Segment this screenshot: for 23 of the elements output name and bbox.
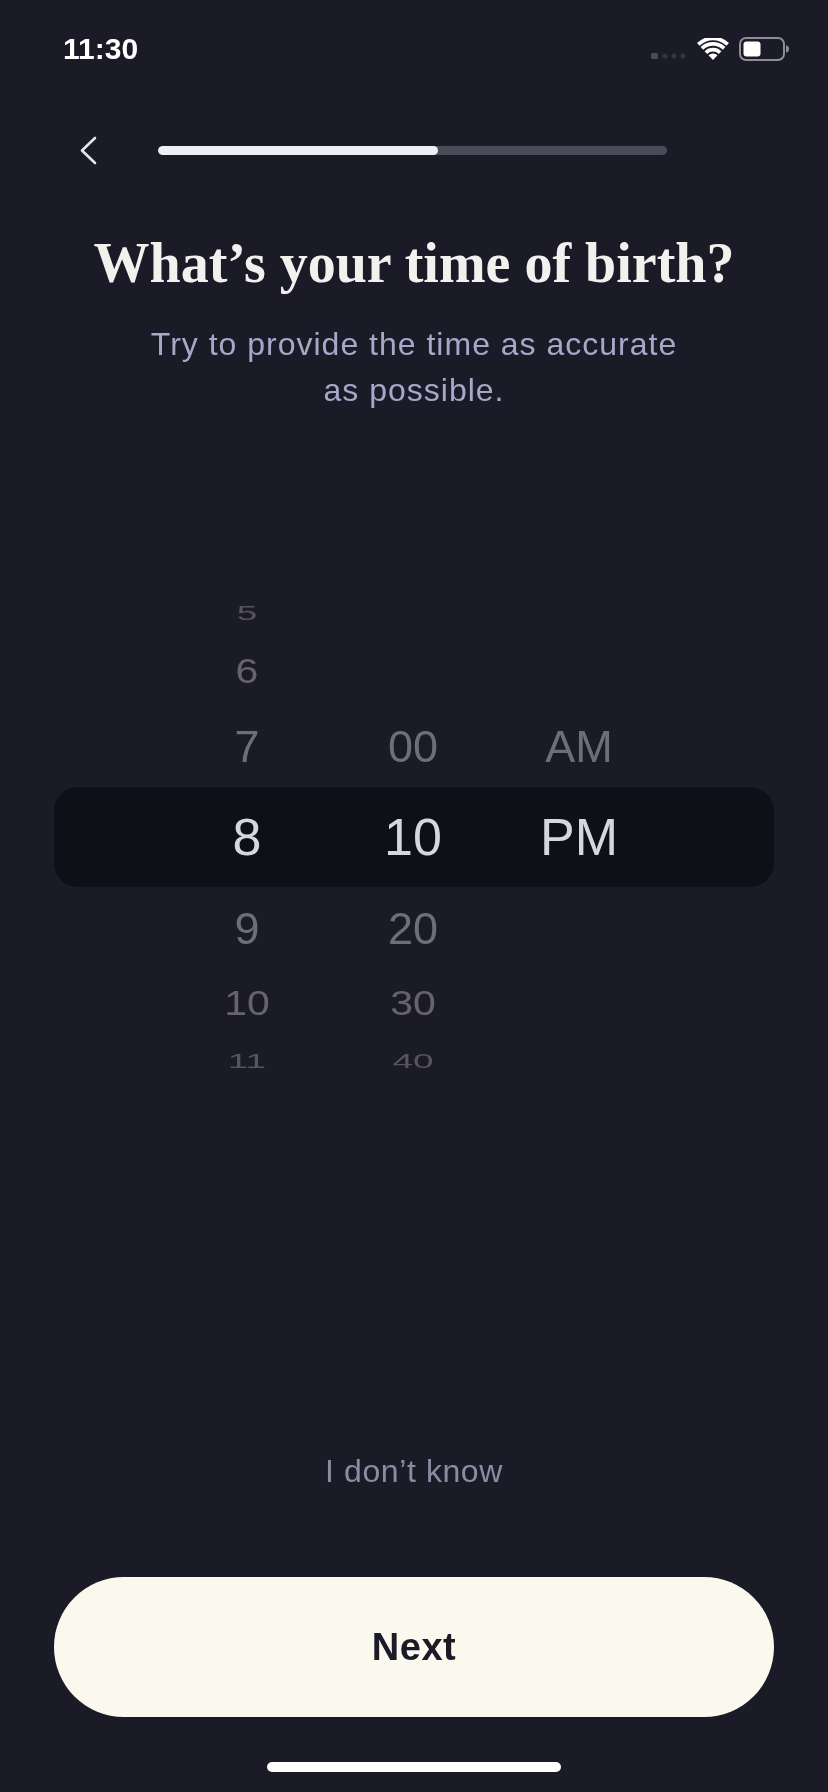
battery-icon	[739, 37, 789, 61]
picker-option[interactable]: 30	[390, 985, 436, 1021]
picker-option[interactable]: 9	[234, 905, 260, 951]
picker-option[interactable]: PM	[540, 811, 618, 863]
page-title: What’s your time of birth?	[92, 233, 736, 293]
picker-option[interactable]: 10	[224, 985, 270, 1021]
picker-option[interactable]: 11	[227, 1050, 267, 1072]
picker-option[interactable]: 00	[387, 723, 439, 769]
next-button[interactable]: Next	[54, 1577, 774, 1717]
picker-option[interactable]: 6	[235, 653, 259, 689]
status-time: 11:30	[63, 34, 139, 64]
picker-option[interactable]: 5	[236, 602, 258, 624]
picker-option[interactable]: 40	[392, 1050, 434, 1072]
subtitle-text: Try to provide the time as accurate as possible.	[149, 325, 679, 410]
picker-option[interactable]: 20	[387, 905, 439, 951]
picker-option[interactable]: AM	[545, 723, 613, 769]
skip-link[interactable]: I don’t know	[319, 1451, 509, 1491]
picker-option[interactable]: 10	[384, 811, 442, 863]
wifi-icon	[697, 38, 729, 60]
back-icon	[79, 135, 97, 165]
signal-icon	[651, 52, 687, 59]
picker-option[interactable]: 7	[234, 723, 260, 769]
picker-option[interactable]: 8	[232, 811, 262, 863]
